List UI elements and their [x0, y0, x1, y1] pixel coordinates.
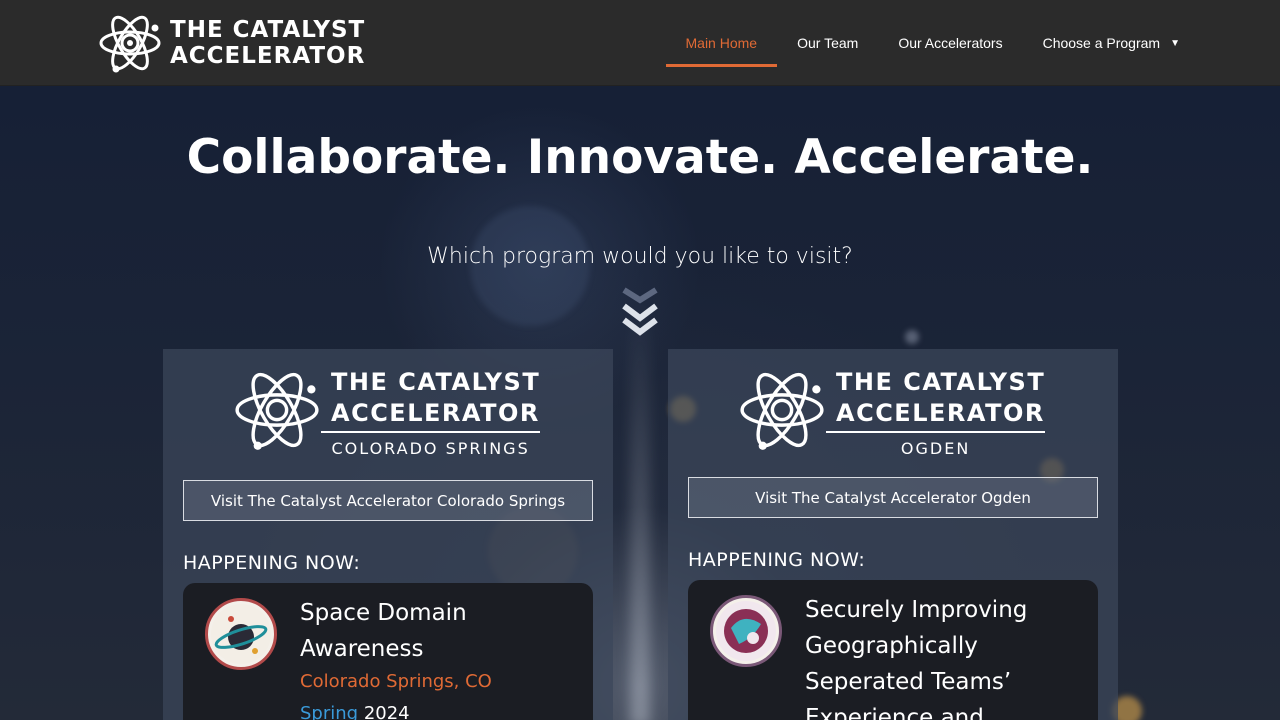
- program-badge-icon: [710, 595, 782, 667]
- program-badge-icon: [205, 598, 277, 670]
- atom-icon: [99, 15, 161, 73]
- nav-label: Choose a Program: [1042, 35, 1161, 51]
- card-logo-line-2: ACCELERATOR: [331, 399, 540, 427]
- logo-line-1: THE CATALYST: [170, 17, 366, 43]
- current-program[interactable]: Space Domain Awareness Colorado Springs,…: [183, 583, 593, 720]
- visit-ogden-button[interactable]: Visit The Catalyst Accelerator Ogden: [688, 477, 1098, 518]
- nav-our-accelerators[interactable]: Our Accelerators: [878, 0, 1022, 86]
- current-program[interactable]: Securely Improving Geographically Sepera…: [688, 580, 1098, 720]
- nav-label: Our Team: [797, 35, 859, 51]
- card-logo: THE CATALYST ACCELERATOR OGDEN: [738, 367, 1048, 459]
- happening-now-label: HAPPENING NOW:: [183, 552, 361, 574]
- card-logo-line-1: THE CATALYST: [331, 368, 541, 396]
- light-beam: [630, 296, 650, 720]
- card-logo: THE CATALYST ACCELERATOR COLORADO SPRING…: [233, 367, 543, 459]
- visit-colorado-springs-button[interactable]: Visit The Catalyst Accelerator Colorado …: [183, 480, 593, 521]
- card-location-tag: OGDEN: [826, 431, 1046, 458]
- card-logo-line-1: THE CATALYST: [836, 368, 1046, 396]
- site-logo[interactable]: THE CATALYST ACCELERATOR: [98, 12, 368, 74]
- program-title: Securely Improving Geographically Sepera…: [805, 597, 1028, 720]
- hero-title: Collaborate. Innovate. Accelerate.: [186, 130, 1094, 185]
- bokeh-light: [905, 330, 919, 344]
- nav-main-home[interactable]: Main Home: [665, 0, 778, 86]
- atom-icon: [740, 372, 824, 450]
- hero-subtitle: Which program would you like to visit?: [427, 244, 853, 269]
- nav-label: Our Accelerators: [898, 35, 1003, 51]
- card-logo-line-2: ACCELERATOR: [836, 399, 1045, 427]
- site-header: THE CATALYST ACCELERATOR Main Home Our T…: [0, 0, 1280, 86]
- happening-now-label: HAPPENING NOW:: [688, 549, 866, 571]
- atom-icon: [235, 372, 319, 450]
- nav-label: Main Home: [685, 35, 758, 51]
- nav-our-team[interactable]: Our Team: [777, 0, 878, 86]
- program-card-colorado-springs: THE CATALYST ACCELERATOR COLORADO SPRING…: [163, 349, 613, 720]
- program-location: Colorado Springs, CO: [300, 671, 492, 692]
- main-nav: Main Home Our Team Our Accelerators Choo…: [665, 0, 1201, 86]
- logo-line-2: ACCELERATOR: [170, 43, 366, 69]
- program-title: Space Domain Awareness: [300, 600, 467, 662]
- program-year: 2024: [363, 703, 410, 720]
- program-season: Spring: [300, 703, 359, 720]
- card-location-tag: COLORADO SPRINGS: [321, 431, 541, 458]
- program-term: Spring 2024: [300, 703, 410, 720]
- nav-choose-program[interactable]: Choose a Program ▼: [1023, 0, 1200, 86]
- caret-down-icon: ▼: [1170, 37, 1180, 49]
- program-card-ogden: THE CATALYST ACCELERATOR OGDEN Visit The…: [668, 349, 1118, 720]
- double-chevron-down-icon[interactable]: [620, 284, 660, 338]
